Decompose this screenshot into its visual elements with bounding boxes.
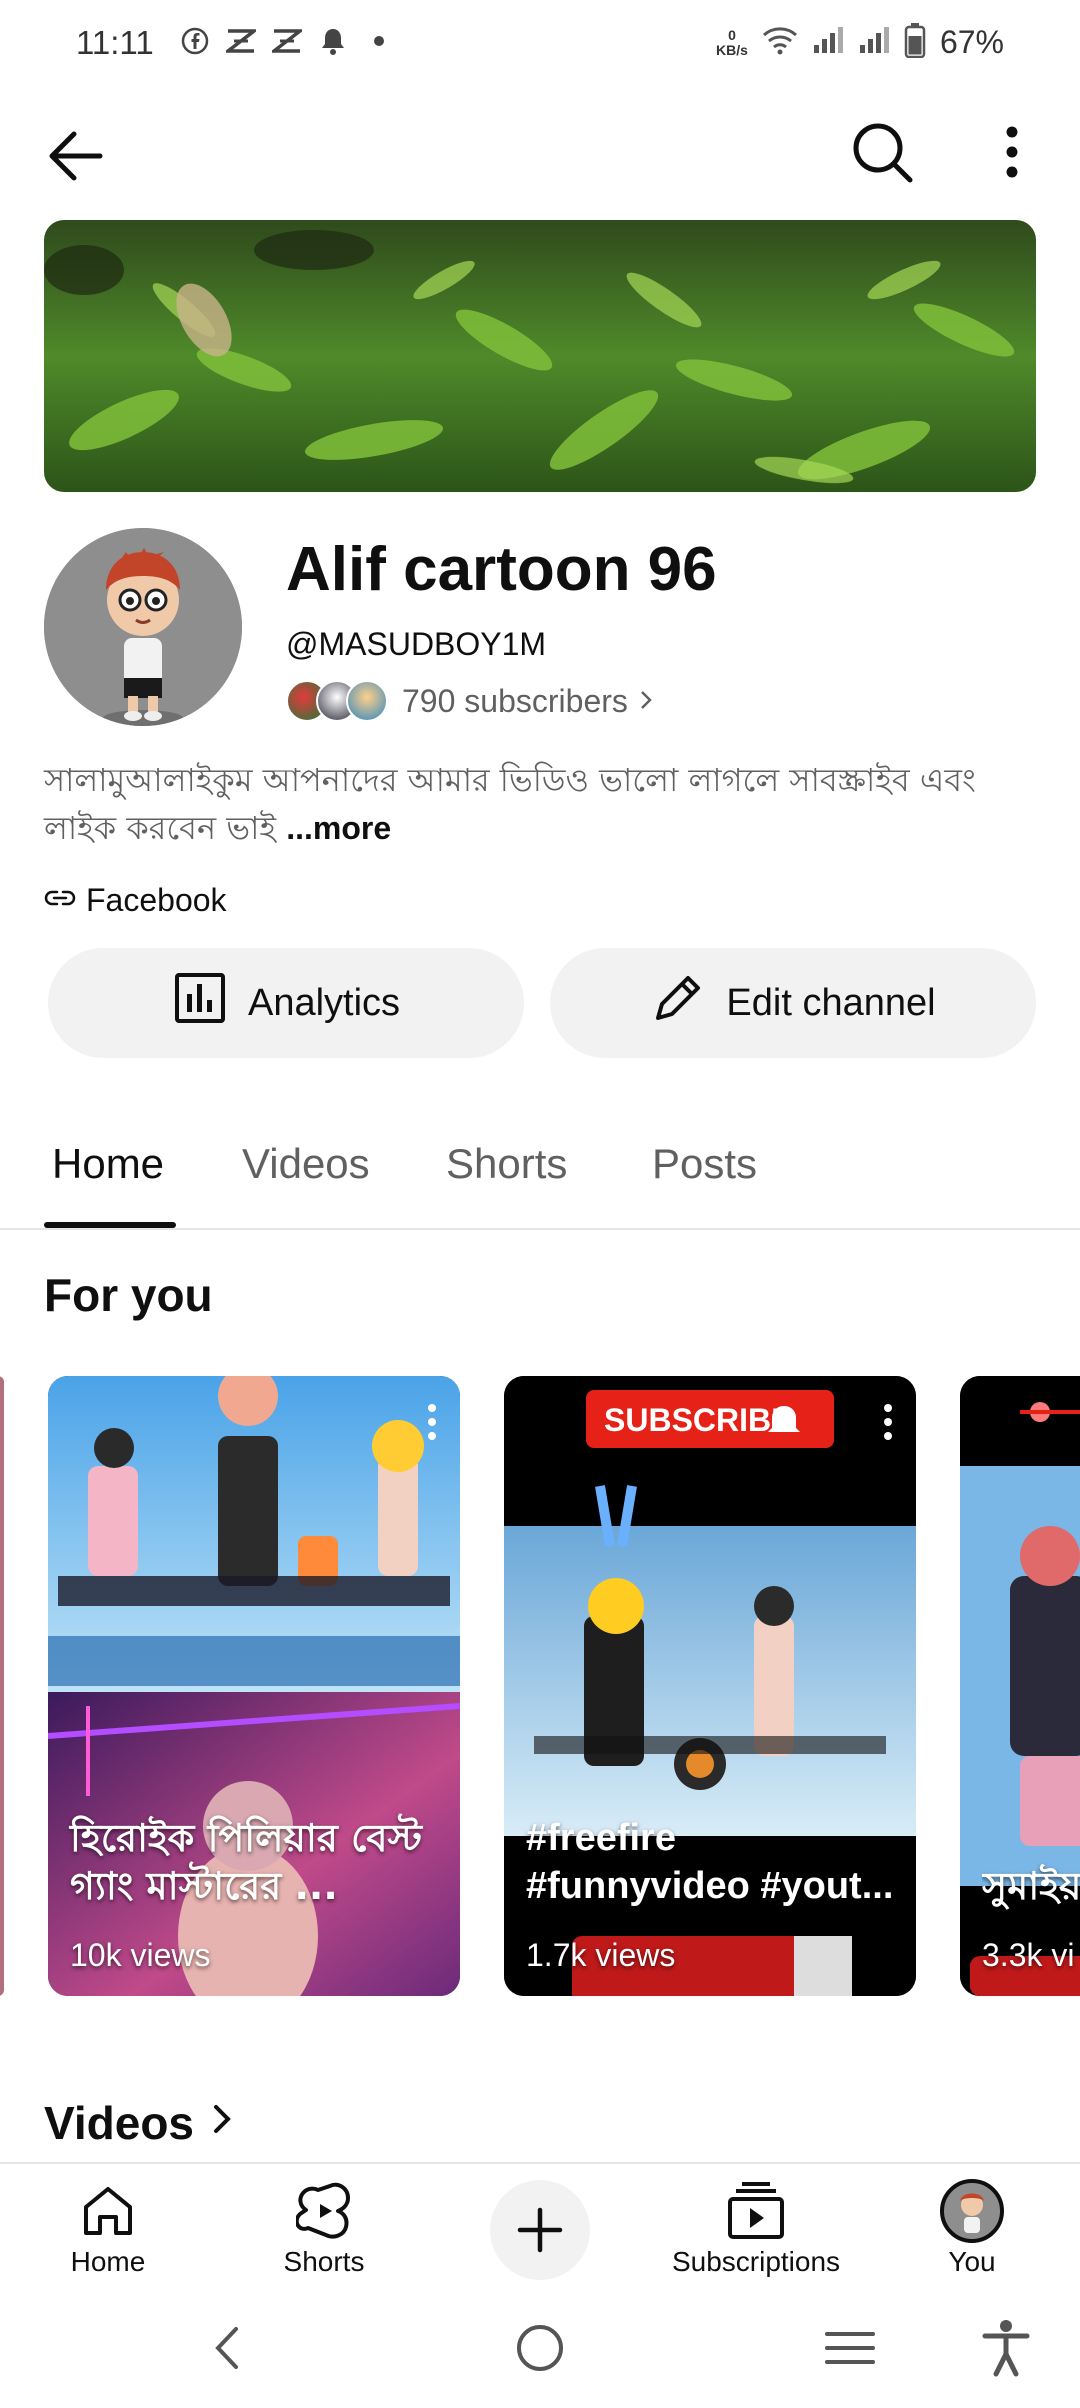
video-title: #freefire #funnyvideo #yout... — [526, 1817, 894, 1907]
link-label: Facebook — [86, 881, 227, 918]
tab-videos[interactable]: Videos — [242, 1140, 370, 1188]
channel-name: Alif cartoon 96 — [286, 535, 717, 604]
video-views: 1.7k views — [526, 1937, 676, 1973]
network-speed: 0 KB/s — [716, 26, 748, 58]
subscriber-avatars — [286, 680, 388, 722]
edit-channel-label: Edit channel — [726, 981, 936, 1024]
subscriber-avatar — [346, 680, 388, 722]
recents-icon — [825, 2332, 875, 2364]
channel-handle: @MASUDBOY1M — [286, 626, 547, 662]
home-icon — [18, 2180, 198, 2242]
nav-you-label: You — [948, 2246, 996, 2277]
edit-channel-button[interactable]: Edit channel — [550, 948, 1036, 1058]
analytics-label: Analytics — [247, 981, 401, 1024]
nav-you[interactable]: You — [882, 2179, 1062, 2278]
facebook-link[interactable]: Facebook — [44, 878, 227, 922]
video-card[interactable]: হিরোইক পিলিয়ার বেস্ট গ্যাং মাস্টারের ..… — [48, 1376, 460, 1996]
video-title: হিরোইক পিলিয়ার বেস্ট গ্যাং মাস্টারের ..… — [70, 1816, 423, 1908]
pencil-icon — [650, 970, 706, 1036]
nav-shorts-label: Shorts — [283, 2246, 365, 2277]
subscribers-row[interactable]: 790 subscribers — [286, 676, 654, 726]
chevron-left-icon — [215, 2327, 238, 2369]
top-app-bar — [0, 100, 1080, 210]
card-menu-icon[interactable] — [422, 1402, 442, 1442]
card-menu-icon[interactable] — [878, 1402, 898, 1442]
search-button[interactable] — [846, 116, 918, 188]
nav-subscriptions[interactable]: Subscriptions — [666, 2180, 846, 2278]
back-arrow-icon — [49, 131, 103, 181]
back-button[interactable] — [40, 120, 112, 192]
system-status-icons: 0 KB/s 67% — [716, 22, 1004, 63]
battery-percent: 67% — [939, 24, 1004, 60]
accessibility-button[interactable] — [974, 2316, 1038, 2380]
tab-shorts[interactable]: Shorts — [446, 1140, 567, 1188]
accessibility-icon — [982, 2320, 1030, 2377]
chevron-right-icon — [638, 683, 654, 720]
avatar-image — [44, 528, 242, 726]
video-card[interactable]: সুমাইয় 3.3k vi — [960, 1376, 1080, 1996]
subscribe-banner-text: SUBSCRIBE — [604, 1402, 792, 1438]
video-views: 10k views — [70, 1937, 211, 1973]
videos-heading: Videos — [44, 2097, 194, 2149]
circle-home-icon — [517, 2325, 563, 2371]
you-avatar-icon — [882, 2179, 1062, 2243]
channel-description[interactable]: সালামুআলাইকুম আপনাদের আমার ভিডিও ভালো লা… — [44, 756, 1034, 852]
more-link[interactable]: ...more — [286, 810, 391, 846]
for-you-heading: For you — [44, 1269, 213, 1321]
more-options-button[interactable] — [980, 116, 1044, 188]
system-recents-button[interactable] — [818, 2316, 882, 2380]
system-navigation-bar — [0, 2288, 1080, 2408]
video-card[interactable]: SUBSCRIBE #freefire #funnyvideo #yout...… — [504, 1376, 916, 1996]
link-icon — [44, 888, 76, 913]
system-back-button[interactable] — [196, 2316, 260, 2380]
app-notification-icon-2 — [272, 26, 302, 56]
subscriber-count: 790 subscribers — [402, 682, 628, 719]
create-button[interactable] — [490, 2180, 590, 2280]
channel-banner[interactable] — [44, 220, 1036, 492]
videos-section-link[interactable]: Videos — [44, 2096, 236, 2150]
tab-posts[interactable]: Posts — [652, 1140, 757, 1188]
bottom-navigation: Home Shorts Subscriptions You — [0, 2162, 1080, 2288]
bell-notification-icon — [318, 26, 348, 56]
nav-home[interactable]: Home — [18, 2180, 198, 2278]
active-tab-indicator — [44, 1222, 176, 1228]
nav-home-label: Home — [70, 2246, 146, 2277]
plus-icon — [517, 2207, 563, 2253]
shorts-icon — [234, 2180, 414, 2242]
nav-subscriptions-label: Subscriptions — [671, 2246, 841, 2277]
wifi-icon — [762, 25, 798, 60]
search-icon — [853, 123, 913, 183]
video-views: 3.3k vi — [982, 1937, 1075, 1973]
video-title: সুমাইয় — [982, 1864, 1080, 1908]
tab-home[interactable]: Home — [52, 1140, 164, 1188]
analytics-icon — [172, 970, 228, 1036]
nav-shorts[interactable]: Shorts — [234, 2180, 414, 2278]
notification-icons — [180, 26, 394, 56]
dot-icon — [364, 26, 394, 56]
previous-card-edge[interactable] — [0, 1376, 4, 1996]
channel-tabs: Home Videos Shorts Posts — [0, 1116, 1080, 1230]
channel-avatar[interactable] — [44, 528, 242, 726]
more-vert-icon — [1006, 126, 1018, 178]
subscriptions-icon — [666, 2180, 846, 2242]
description-text: সালামুআলাইকুম আপনাদের আমার ভিডিও ভালো লা… — [44, 761, 976, 847]
banner-image — [44, 220, 1036, 492]
status-time: 11:11 — [76, 24, 154, 61]
battery-icon — [904, 22, 926, 63]
facebook-notification-icon — [180, 26, 210, 56]
chevron-right-icon — [208, 2096, 236, 2150]
signal-icon — [812, 25, 844, 60]
system-home-button[interactable] — [508, 2316, 572, 2380]
network-speed-unit: KB/s — [716, 41, 748, 58]
network-speed-value: 0 — [728, 26, 736, 43]
app-notification-icon — [226, 26, 256, 56]
signal-icon-2 — [858, 25, 890, 60]
analytics-button[interactable]: Analytics — [48, 948, 524, 1058]
status-bar: 11:11 0 KB/s 67% — [0, 0, 1080, 92]
